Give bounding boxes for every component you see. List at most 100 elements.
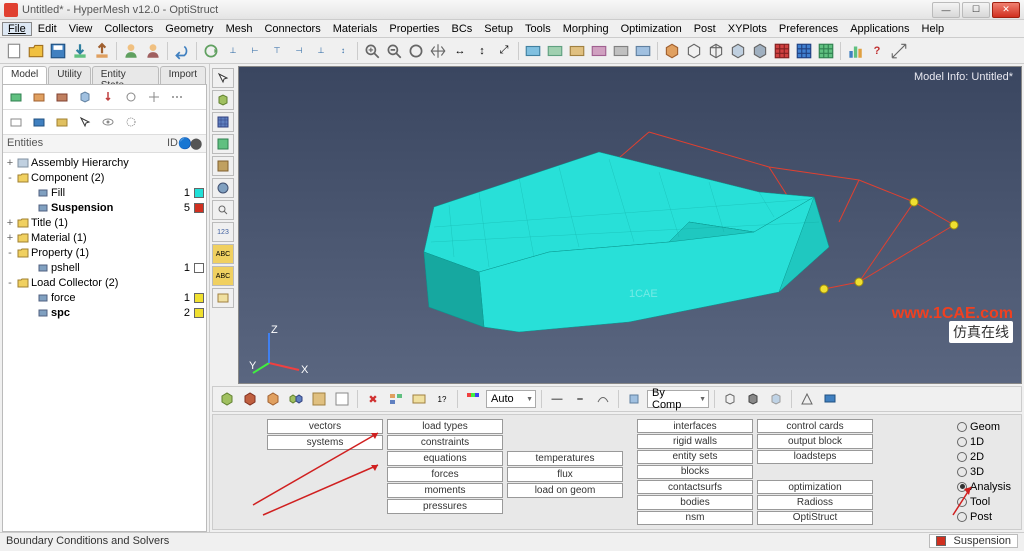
panel-btn-rigid-walls[interactable]: rigid walls bbox=[637, 434, 753, 448]
user2-icon[interactable] bbox=[143, 41, 163, 61]
radio-1d[interactable]: 1D bbox=[957, 434, 1011, 449]
zoom-in-icon[interactable] bbox=[362, 41, 382, 61]
tree-expand-icon[interactable]: + bbox=[5, 232, 15, 244]
undo-icon[interactable] bbox=[172, 41, 192, 61]
vt-note-icon[interactable] bbox=[212, 288, 234, 308]
browser-iso-icon[interactable] bbox=[52, 113, 72, 131]
panel-btn-load-on-geom[interactable]: load on geom bbox=[507, 483, 623, 498]
tree-row[interactable]: -Property (1) bbox=[5, 245, 204, 260]
panel-btn-nsm[interactable]: nsm bbox=[637, 511, 753, 525]
bt-cube-sel-icon[interactable] bbox=[332, 389, 352, 409]
close-button[interactable]: ✕ bbox=[992, 2, 1020, 18]
menu-geometry[interactable]: Geometry bbox=[159, 22, 219, 36]
bt-renumber-icon[interactable]: 1? bbox=[432, 389, 452, 409]
arrows-in-icon[interactable]: ⤢ bbox=[494, 41, 514, 61]
status-current-collector[interactable]: Suspension bbox=[929, 534, 1019, 548]
results-icon[interactable] bbox=[845, 41, 865, 61]
tab-import[interactable]: Import bbox=[160, 66, 206, 84]
color-swatch[interactable] bbox=[194, 293, 204, 303]
browser-comp-icon[interactable] bbox=[6, 88, 26, 106]
browser-eye-icon[interactable] bbox=[98, 113, 118, 131]
bt-wire2-icon[interactable] bbox=[743, 389, 763, 409]
bt-cube-grid-icon[interactable] bbox=[309, 389, 329, 409]
menu-preferences[interactable]: Preferences bbox=[773, 22, 844, 36]
radio-post[interactable]: Post bbox=[957, 509, 1011, 524]
bt-line2-icon[interactable]: ⎯ bbox=[570, 389, 590, 409]
import-icon[interactable] bbox=[70, 41, 90, 61]
browser-filter-icon[interactable] bbox=[121, 113, 141, 131]
bt-surf-icon[interactable] bbox=[593, 389, 613, 409]
menu-morphing[interactable]: Morphing bbox=[557, 22, 615, 36]
cube3-icon[interactable] bbox=[706, 41, 726, 61]
panel-btn-optimization[interactable]: optimization bbox=[757, 480, 873, 494]
display6-icon[interactable] bbox=[633, 41, 653, 61]
vt-mesh-icon[interactable] bbox=[212, 112, 234, 132]
browser-more-icon[interactable] bbox=[167, 88, 187, 106]
bt-line-icon[interactable]: — bbox=[547, 389, 567, 409]
tab-utility[interactable]: Utility bbox=[48, 66, 90, 84]
tree-expand-icon[interactable]: + bbox=[5, 217, 15, 229]
radio-analysis[interactable]: Analysis bbox=[957, 479, 1011, 494]
panel-btn-bodies[interactable]: bodies bbox=[637, 495, 753, 509]
bt-trans-icon[interactable] bbox=[766, 389, 786, 409]
menu-materials[interactable]: Materials bbox=[327, 22, 384, 36]
scale-icon[interactable] bbox=[889, 41, 909, 61]
display2-icon[interactable] bbox=[545, 41, 565, 61]
menu-xyplots[interactable]: XYPlots bbox=[722, 22, 773, 36]
tree-expand-icon[interactable]: - bbox=[5, 172, 15, 184]
panel-btn-control-cards[interactable]: control cards bbox=[757, 419, 873, 433]
menu-connectors[interactable]: Connectors bbox=[258, 22, 326, 36]
arrows-v-icon[interactable]: ↕ bbox=[472, 41, 492, 61]
radio-2d[interactable]: 2D bbox=[957, 449, 1011, 464]
color-swatch[interactable] bbox=[194, 203, 204, 213]
radio-tool[interactable]: Tool bbox=[957, 494, 1011, 509]
panel-btn-vectors[interactable]: vectors bbox=[267, 419, 383, 434]
cube1-icon[interactable] bbox=[662, 41, 682, 61]
tab-model[interactable]: Model bbox=[2, 66, 47, 84]
vt-search-icon[interactable] bbox=[212, 200, 234, 220]
axis-rev-icon[interactable]: ⊥ bbox=[311, 41, 331, 61]
maximize-button[interactable]: ☐ bbox=[962, 2, 990, 18]
browser-sys-icon[interactable] bbox=[144, 88, 164, 106]
panel-btn-moments[interactable]: moments bbox=[387, 483, 503, 498]
radio-3d[interactable]: 3D bbox=[957, 464, 1011, 479]
menu-applications[interactable]: Applications bbox=[844, 22, 915, 36]
radio-geom[interactable]: Geom bbox=[957, 419, 1011, 434]
tab-entity-state[interactable]: Entity State bbox=[92, 66, 159, 84]
bt-organize-icon[interactable] bbox=[386, 389, 406, 409]
vt-sphere-icon[interactable] bbox=[212, 178, 234, 198]
display3-icon[interactable] bbox=[567, 41, 587, 61]
panel-btn-Radioss[interactable]: Radioss bbox=[757, 495, 873, 509]
tree-row[interactable]: +Assembly Hierarchy bbox=[5, 155, 204, 170]
vt-abc2-icon[interactable]: ABC bbox=[212, 266, 234, 286]
tree-row[interactable]: -Component (2) bbox=[5, 170, 204, 185]
axis-xy-icon[interactable]: ⊢ bbox=[245, 41, 265, 61]
panel-btn-OptiStruct[interactable]: OptiStruct bbox=[757, 511, 873, 525]
bycomp-combo[interactable]: By Comp bbox=[647, 390, 709, 408]
axis-yz-icon[interactable]: ⊥ bbox=[223, 41, 243, 61]
panel-btn-equations[interactable]: equations bbox=[387, 451, 503, 466]
menu-tools[interactable]: Tools bbox=[519, 22, 557, 36]
export-icon[interactable] bbox=[92, 41, 112, 61]
axis-xz-icon[interactable]: ⊤ bbox=[267, 41, 287, 61]
vt-mesh2-icon[interactable] bbox=[212, 134, 234, 154]
panel-btn-loadsteps[interactable]: loadsteps bbox=[757, 450, 873, 464]
open-icon[interactable] bbox=[26, 41, 46, 61]
tree-row[interactable]: Suspension5 bbox=[5, 200, 204, 215]
browser-hide-icon[interactable] bbox=[29, 113, 49, 131]
tree-row[interactable]: force1 bbox=[5, 290, 204, 305]
3d-viewport[interactable]: Model Info: Untitled* bbox=[238, 66, 1022, 384]
browser-select-icon[interactable] bbox=[75, 113, 95, 131]
vt-quad-icon[interactable] bbox=[212, 156, 234, 176]
menu-setup[interactable]: Setup bbox=[478, 22, 519, 36]
panel-btn-entity-sets[interactable]: entity sets bbox=[637, 450, 753, 464]
user-icon[interactable] bbox=[121, 41, 141, 61]
panel-btn-systems[interactable]: systems bbox=[267, 435, 383, 450]
panel-btn-pressures[interactable]: pressures bbox=[387, 499, 503, 514]
bt-cube1-icon[interactable] bbox=[217, 389, 237, 409]
auto-combo[interactable]: Auto bbox=[486, 390, 536, 408]
bt-cube3-icon[interactable] bbox=[263, 389, 283, 409]
mesh1-icon[interactable] bbox=[772, 41, 792, 61]
axis-iso-icon[interactable]: ⊣ bbox=[289, 41, 309, 61]
bt-persp-icon[interactable] bbox=[797, 389, 817, 409]
